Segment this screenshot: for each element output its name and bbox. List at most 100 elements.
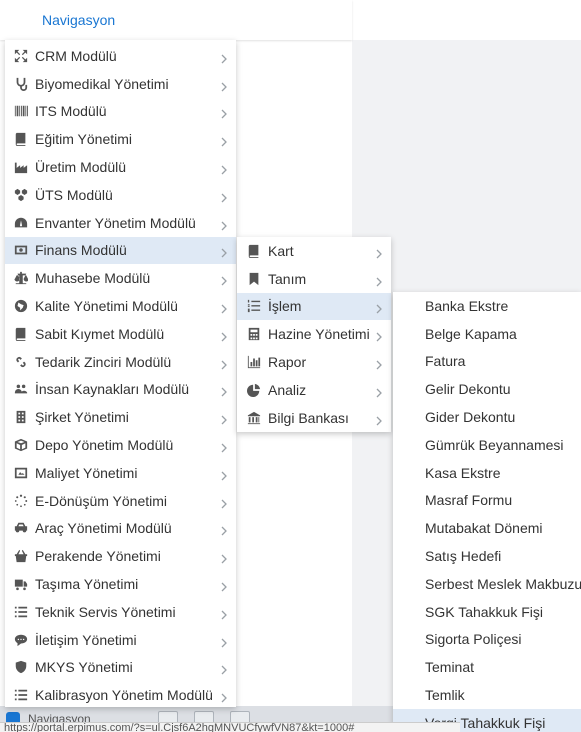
chevron-right-icon <box>375 301 383 314</box>
finans-submenu-item-rapor[interactable]: Rapor <box>237 348 391 376</box>
islem-submenu-item[interactable]: Satış Hedefi <box>393 542 581 570</box>
chevron-right-icon <box>220 190 228 203</box>
money-icon <box>13 242 29 258</box>
chevron-right-icon <box>220 134 228 147</box>
truck-icon <box>13 576 29 592</box>
building-icon <box>13 409 29 425</box>
finans-submenu-item-label: Bilgi Bankası <box>268 409 349 426</box>
main-menu-item-label: Teknik Servis Yönetimi <box>35 603 176 620</box>
spinner-icon <box>13 493 29 509</box>
image-frame-icon <box>13 465 29 481</box>
main-menu-item-kalite-y-netimi-mod-l[interactable]: Kalite Yönetimi Modülü <box>5 292 236 320</box>
islem-submenu-panel: Banka Ekstre Belge Kapama Fatura Gelir Deko… <box>393 292 581 732</box>
finans-submenu-item-i-lem[interactable]: İşlem <box>237 292 391 321</box>
chevron-right-icon <box>375 413 383 426</box>
main-menu-item-label: MKYS Yönetimi <box>35 659 133 676</box>
list-icon <box>13 604 29 620</box>
shield-icon <box>13 659 29 675</box>
islem-submenu-item[interactable]: Belge Kapama <box>393 320 581 348</box>
car-icon <box>13 520 29 536</box>
finans-submenu-item-hazine-y-netimi[interactable]: Hazine Yönetimi <box>237 320 391 348</box>
main-menu-item-muhasebe-mod-l[interactable]: Muhasebe Modülü <box>5 264 236 292</box>
navigation-header: Navigasyon <box>0 0 352 40</box>
cubes-icon <box>13 187 29 203</box>
chat-bubble-icon <box>13 632 29 648</box>
finans-submenu-item-bilgi-bankas[interactable]: Bilgi Bankası <box>237 404 391 432</box>
bar-chart-icon <box>246 354 262 370</box>
chevron-right-icon <box>220 468 228 481</box>
chevron-right-icon <box>220 162 228 175</box>
main-menu-item-e-itim-y-netimi[interactable]: Eğitim Yönetimi <box>5 125 236 153</box>
chevron-right-icon <box>220 51 228 64</box>
main-menu-item-label: ITS Modülü <box>35 103 107 120</box>
islem-submenu-list: Banka Ekstre Belge Kapama Fatura Gelir Deko… <box>393 292 581 732</box>
main-menu-item-i-nsan-kaynaklar-mod-l[interactable]: İnsan Kaynakları Modülü <box>5 376 236 404</box>
main-menu-item-label: Envanter Yönetim Modülü <box>35 214 196 231</box>
main-menu-item-depo-y-netim-mod-l[interactable]: Depo Yönetim Modülü <box>5 431 236 459</box>
chevron-right-icon <box>220 635 228 648</box>
finans-submenu-item-kart[interactable]: Kart <box>237 237 391 265</box>
main-menu-item-sabit-k-ymet-mod-l[interactable]: Sabit Kıymet Modülü <box>5 320 236 348</box>
status-url: https://portal.erpimus.com/?s=ul.Cjsf6A2… <box>0 722 460 732</box>
islem-submenu-item[interactable]: Temlik <box>393 681 581 709</box>
chevron-right-icon <box>375 329 383 342</box>
main-menu-item-ara-y-netimi-mod-l[interactable]: Araç Yönetimi Modülü <box>5 515 236 543</box>
chevron-right-icon <box>375 385 383 398</box>
finans-submenu-panel: Kart Tanım İşlem Hazine Yönetimi Rapor Analiz… <box>237 237 391 432</box>
main-menu-item-label: Tedarik Zinciri Modülü <box>35 353 172 370</box>
main-menu-item-label: Kalibrasyon Yönetim Modülü <box>35 687 213 704</box>
main-menu-item-label: Maliyet Yönetimi <box>35 464 138 481</box>
islem-submenu-item[interactable]: Gider Dekontu <box>393 403 581 431</box>
finans-submenu-item-tan-m[interactable]: Tanım <box>237 265 391 293</box>
islem-submenu-item[interactable]: Kasa Ekstre <box>393 459 581 487</box>
main-menu-item-label: Şirket Yönetimi <box>35 409 129 426</box>
islem-submenu-item[interactable]: Serbest Meslek Makbuzu <box>393 570 581 598</box>
expand-arrows-icon <box>13 48 29 64</box>
main-menu-item-its-mod-l[interactable]: ITS Modülü <box>5 98 236 126</box>
finans-submenu-item-label: Tanım <box>268 270 307 287</box>
islem-submenu-item[interactable]: Fatura <box>393 348 581 376</box>
link-icon <box>13 354 29 370</box>
main-menu-item-label: Biyomedikal Yönetimi <box>35 75 169 92</box>
chevron-right-icon <box>220 273 228 286</box>
main-menu-item-mkys-y-netimi[interactable]: MKYS Yönetimi <box>5 654 236 682</box>
main-menu-item-e-d-n-m-y-netimi[interactable]: E-Dönüşüm Yönetimi <box>5 487 236 515</box>
main-menu-item-irket-y-netimi[interactable]: Şirket Yönetimi <box>5 403 236 431</box>
main-menu-item-crm-mod-l[interactable]: CRM Modülü <box>5 42 236 70</box>
main-menu-item-label: İletişim Yönetimi <box>35 631 137 648</box>
chevron-right-icon <box>375 246 383 259</box>
list-ordered-icon <box>246 298 262 314</box>
main-menu-item-label: Finans Modülü <box>35 242 127 259</box>
main-menu-item-retim-mod-l[interactable]: Üretim Modülü <box>5 153 236 181</box>
stethoscope-icon <box>13 76 29 92</box>
islem-submenu-item[interactable]: Banka Ekstre <box>393 292 581 320</box>
chevron-right-icon <box>220 218 228 231</box>
main-menu-item-ta-ma-y-netimi[interactable]: Taşıma Yönetimi <box>5 570 236 598</box>
main-menu-item-kalibrasyon-y-netim-mod-l[interactable]: Kalibrasyon Yönetim Modülü <box>5 681 236 709</box>
main-menu-item-envanter-y-netim-mod-l[interactable]: Envanter Yönetim Modülü <box>5 209 236 237</box>
islem-submenu-item[interactable]: Teminat <box>393 653 581 681</box>
main-menu-item-maliyet-y-netimi[interactable]: Maliyet Yönetimi <box>5 459 236 487</box>
calculator-icon <box>246 326 262 342</box>
factory-icon <box>13 159 29 175</box>
book-icon <box>13 131 29 147</box>
islem-submenu-item[interactable]: Sigorta Poliçesi <box>393 626 581 654</box>
main-menu-item-biyomedikal-y-netimi[interactable]: Biyomedikal Yönetimi <box>5 70 236 98</box>
main-menu-item-finans-mod-l[interactable]: Finans Modülü <box>5 236 236 265</box>
main-menu-item-perakende-y-netimi[interactable]: Perakende Yönetimi <box>5 542 236 570</box>
chevron-right-icon <box>220 79 228 92</box>
book-icon <box>13 326 29 342</box>
islem-submenu-item[interactable]: Mutabakat Dönemi <box>393 514 581 542</box>
finans-submenu-item-analiz[interactable]: Analiz <box>237 376 391 404</box>
book-icon <box>246 243 262 259</box>
barcode-icon <box>13 103 29 119</box>
islem-submenu-item[interactable]: SGK Tahakkuk Fişi <box>393 598 581 626</box>
islem-submenu-item[interactable]: Masraf Formu <box>393 487 581 515</box>
main-menu-item-teknik-servis-y-netimi[interactable]: Teknik Servis Yönetimi <box>5 598 236 626</box>
islem-submenu-item[interactable]: Gümrük Beyannamesi <box>393 431 581 459</box>
main-menu-item-i-leti-im-y-netimi[interactable]: İletişim Yönetimi <box>5 626 236 654</box>
chevron-right-icon <box>220 523 228 536</box>
main-menu-item-ts-mod-l[interactable]: ÜTS Modülü <box>5 181 236 209</box>
islem-submenu-item[interactable]: Gelir Dekontu <box>393 375 581 403</box>
main-menu-item-tedarik-zinciri-mod-l[interactable]: Tedarik Zinciri Modülü <box>5 348 236 376</box>
